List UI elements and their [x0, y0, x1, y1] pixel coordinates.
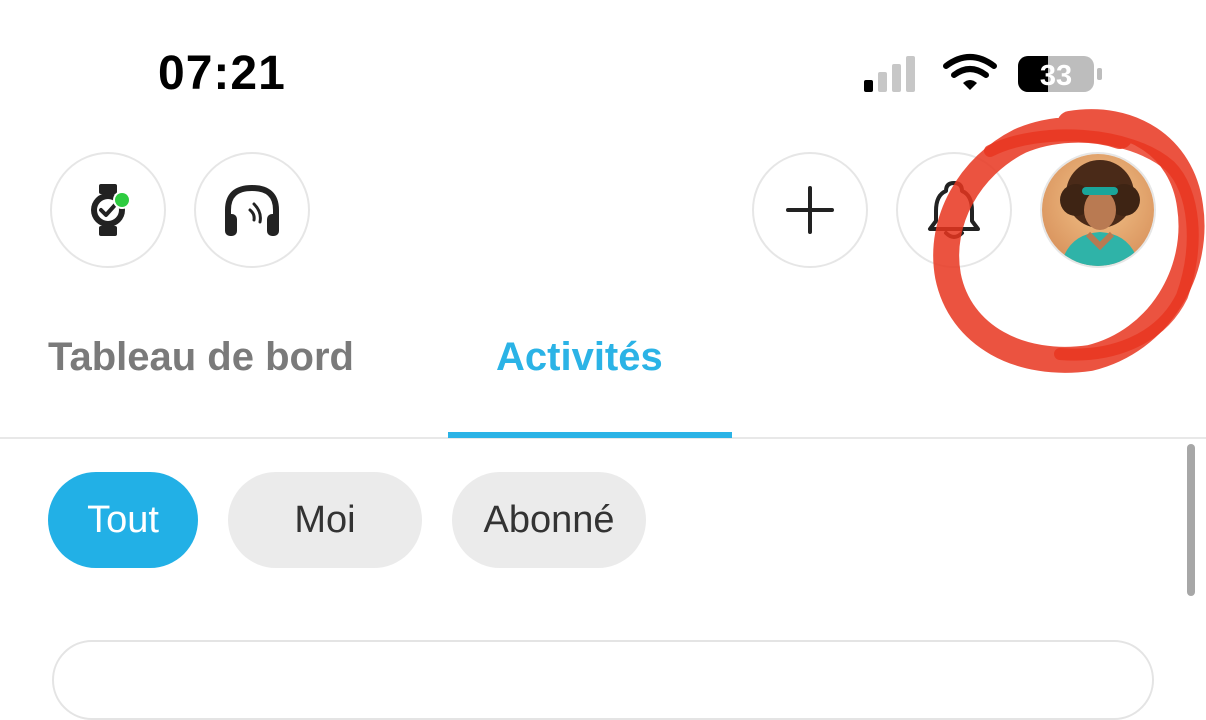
notifications-button[interactable] — [896, 152, 1012, 268]
bell-icon — [928, 181, 980, 239]
watch-status-button[interactable] — [50, 152, 166, 268]
activity-card[interactable] — [52, 640, 1154, 720]
tab-dashboard[interactable]: Tableau de bord — [48, 335, 354, 380]
signal-icon — [864, 56, 915, 92]
battery-icon: 33 — [1018, 56, 1102, 92]
watch-icon — [91, 184, 131, 236]
headphones-icon — [225, 184, 279, 236]
plus-icon — [786, 186, 834, 234]
active-tab-indicator — [448, 432, 732, 438]
scrollbar[interactable] — [1187, 444, 1195, 596]
avatar[interactable] — [1040, 152, 1156, 268]
filter-chip-followed[interactable]: Abonné — [452, 472, 646, 568]
filter-chip-me[interactable]: Moi — [228, 472, 422, 568]
headphones-button[interactable] — [194, 152, 310, 268]
tab-activities[interactable]: Activités — [496, 335, 663, 380]
watch-status-dot — [115, 193, 129, 207]
status-icons: 33 — [864, 54, 1102, 92]
wifi-icon — [943, 54, 997, 90]
status-time: 07:21 — [158, 47, 286, 100]
filter-chip-all[interactable]: Tout — [48, 472, 198, 568]
battery-level: 33 — [1040, 60, 1072, 92]
profile-photo — [1042, 154, 1154, 266]
add-button[interactable] — [752, 152, 868, 268]
